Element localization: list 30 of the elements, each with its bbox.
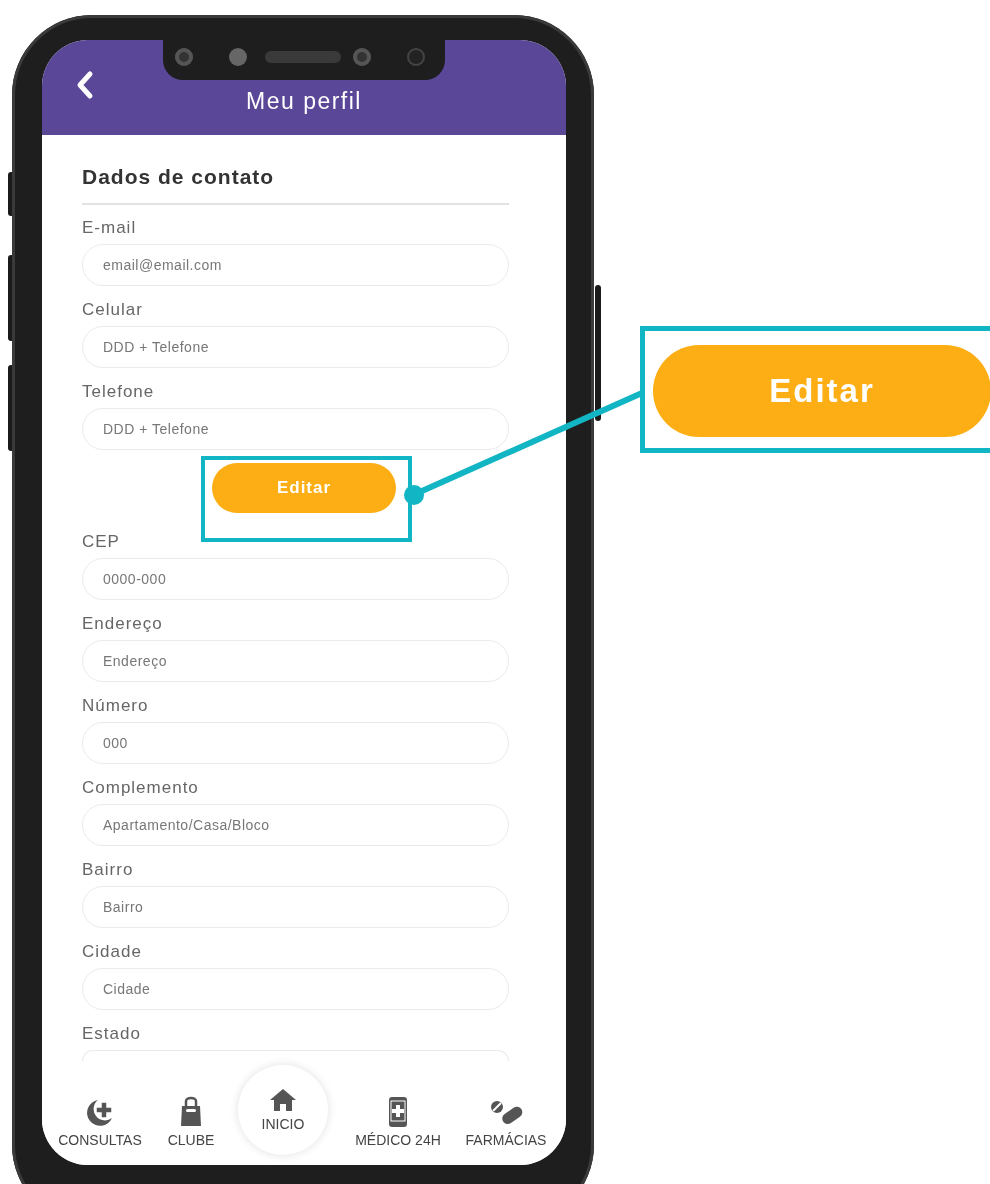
field-label: Telefone: [82, 381, 155, 403]
section-title: Dados de contato: [82, 165, 509, 205]
screen-title: Meu perfil: [246, 88, 362, 115]
input-field[interactable]: email@email.com: [82, 244, 509, 286]
input-field[interactable]: DDD + Telefone: [82, 326, 509, 368]
nav-item[interactable]: INICIO: [238, 1065, 328, 1155]
field-label: Bairro: [82, 859, 134, 881]
field-label: CEP: [82, 531, 120, 553]
input-field[interactable]: Bairro: [82, 886, 509, 928]
input-field[interactable]: 000: [82, 722, 509, 764]
nav-item[interactable]: CLUBE: [158, 1096, 224, 1148]
input-field[interactable]: 0000-000: [82, 558, 509, 600]
field-label: Cidade: [82, 941, 142, 963]
nav-item[interactable]: MÉDICO 24H: [342, 1096, 454, 1148]
input-field[interactable]: DDD + Telefone: [82, 408, 509, 450]
field-label: Endereço: [82, 613, 163, 635]
field-label: Complemento: [82, 777, 199, 799]
back-icon[interactable]: [75, 70, 95, 100]
shopping-bag-icon: [179, 1096, 203, 1128]
field-label: E-mail: [82, 217, 137, 239]
input-field[interactable]: Endereço: [82, 640, 509, 682]
phone-cross-icon: [388, 1096, 408, 1128]
input-field[interactable]: Apartamento/Casa/Bloco: [82, 804, 509, 846]
nav-item[interactable]: CONSULTAS: [42, 1096, 158, 1148]
field-label: Número: [82, 695, 149, 717]
field-label: Celular: [82, 299, 143, 321]
input-field[interactable]: Cidade: [82, 968, 509, 1010]
home-icon: [269, 1088, 297, 1112]
nav-item[interactable]: FARMÁCIAS: [454, 1100, 558, 1148]
field-label: Estado: [82, 1023, 141, 1045]
